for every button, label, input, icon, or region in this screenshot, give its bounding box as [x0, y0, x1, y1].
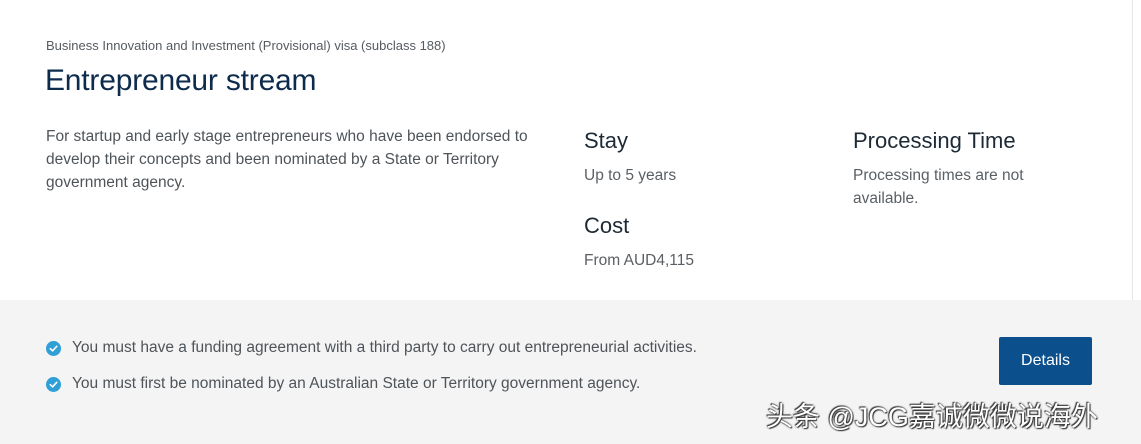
cost-value: From AUD4,115	[584, 252, 694, 269]
check-circle-icon	[46, 376, 61, 392]
stay-value: Up to 5 years	[584, 167, 677, 184]
visa-card: Business Innovation and Investment (Prov…	[0, 0, 1133, 300]
page-title: Entrepreneur stream	[45, 64, 317, 97]
requirement-text: You must have a funding agreement with a…	[72, 339, 697, 356]
processing-time-value: Processing times are not available.	[853, 167, 1024, 207]
cost-heading: Cost	[584, 213, 630, 238]
stream-description: For startup and early stage entrepreneur…	[46, 128, 528, 191]
requirement-item: You must have a funding agreement with a…	[46, 339, 697, 357]
processing-time-heading: Processing Time	[853, 128, 1016, 153]
requirement-item: You must first be nominated by an Austra…	[46, 375, 640, 393]
requirement-text: You must first be nominated by an Austra…	[72, 375, 641, 392]
watermark-text: 头条 @JCG嘉诚微微说海外	[766, 402, 1098, 432]
visa-subclass-label: Business Innovation and Investment (Prov…	[46, 38, 446, 53]
details-button[interactable]: Details	[999, 337, 1092, 385]
check-circle-icon	[46, 340, 61, 356]
stay-heading: Stay	[584, 128, 629, 153]
